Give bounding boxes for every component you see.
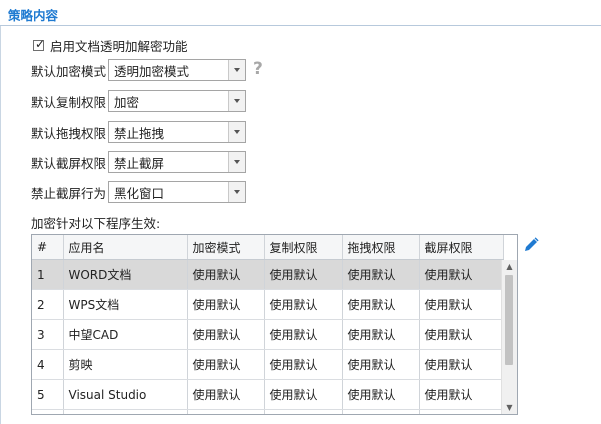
cell-encrypt-mode[interactable]: 使用默认: [187, 349, 265, 380]
column-header-drag-permission[interactable]: 拖拽权限: [342, 235, 420, 260]
question-icon[interactable]: ?: [253, 59, 263, 79]
cell-encrypt-mode[interactable]: 使用默认: [187, 259, 265, 290]
scroll-down-icon[interactable]: ▼: [502, 401, 517, 414]
cell-drag-permission: [342, 409, 420, 414]
screenshot-permission-value: 禁止截屏: [114, 155, 165, 171]
program-table-caption: 加密针对以下程序生效:: [31, 216, 161, 231]
cell-copy-permission: [264, 409, 343, 414]
table-row[interactable]: 4 剪映 使用默认 使用默认 使用默认 使用默认: [32, 349, 504, 380]
cell-screenshot-permission[interactable]: 使用默认: [419, 319, 504, 350]
enable-encryption-checkbox-row[interactable]: ✓ 启用文档透明加解密功能: [33, 36, 188, 55]
column-header-copy-permission[interactable]: 复制权限: [264, 235, 343, 260]
encrypt-mode-value: 透明加密模式: [114, 63, 190, 79]
drag-permission-label: 默认拖拽权限: [31, 125, 107, 141]
table-row[interactable]: 2 WPS文档 使用默认 使用默认 使用默认 使用默认: [32, 289, 504, 320]
cell-copy-permission[interactable]: 使用默认: [264, 319, 343, 350]
cell-screenshot-permission: [419, 409, 504, 414]
section-title: 策略内容: [8, 8, 59, 23]
panel-left-border: [0, 26, 1, 424]
chevron-down-icon[interactable]: [228, 182, 245, 202]
chevron-down-icon[interactable]: [228, 152, 245, 172]
scroll-up-icon[interactable]: ▲: [502, 260, 517, 273]
encrypt-mode-select[interactable]: 透明加密模式: [108, 59, 246, 81]
copy-permission-label: 默认复制权限: [31, 94, 107, 110]
enable-encryption-checkbox[interactable]: ✓: [33, 37, 46, 51]
table-row[interactable]: 1 WORD文档 使用默认 使用默认 使用默认 使用默认: [32, 259, 504, 290]
cell-app-name: [63, 409, 188, 414]
cell-drag-permission[interactable]: 使用默认: [342, 379, 420, 410]
drag-permission-value: 禁止拖拽: [114, 125, 165, 141]
cell-screenshot-permission[interactable]: 使用默认: [419, 289, 504, 320]
copy-permission-value: 加密: [114, 94, 140, 110]
cell-app-name: WORD文档: [63, 259, 188, 290]
chevron-down-icon[interactable]: [228, 91, 245, 111]
table-row[interactable]: 3 中望CAD 使用默认 使用默认 使用默认 使用默认: [32, 319, 504, 350]
cell-encrypt-mode[interactable]: 使用默认: [187, 289, 265, 320]
cell-index: 2: [32, 289, 64, 320]
form-row-encrypt-mode: 默认加密模式 透明加密模式: [31, 59, 246, 81]
pencil-edit-icon[interactable]: [522, 236, 540, 254]
cell-encrypt-mode[interactable]: 使用默认: [187, 319, 265, 350]
form-row-copy-permission: 默认复制权限 加密: [31, 90, 246, 112]
cell-screenshot-permission[interactable]: 使用默认: [419, 259, 504, 290]
drag-permission-select[interactable]: 禁止拖拽: [108, 121, 246, 143]
cell-copy-permission[interactable]: 使用默认: [264, 259, 343, 290]
enable-encryption-label: 启用文档透明加解密功能: [50, 39, 188, 54]
cell-index: 1: [32, 259, 64, 290]
screenshot-behavior-value: 黑化窗口: [114, 185, 165, 201]
encrypt-mode-label: 默认加密模式: [31, 63, 107, 79]
copy-permission-select[interactable]: 加密: [108, 90, 246, 112]
column-header-index[interactable]: #: [32, 235, 64, 260]
screenshot-behavior-select[interactable]: 黑化窗口: [108, 181, 246, 203]
column-header-screenshot-permission[interactable]: 截屏权限: [419, 235, 504, 260]
cell-drag-permission[interactable]: 使用默认: [342, 349, 420, 380]
table-row[interactable]: [32, 409, 504, 414]
cell-drag-permission[interactable]: 使用默认: [342, 319, 420, 350]
cell-index: 3: [32, 319, 64, 350]
column-header-app-name[interactable]: 应用名: [63, 235, 188, 260]
cell-drag-permission[interactable]: 使用默认: [342, 289, 420, 320]
cell-copy-permission[interactable]: 使用默认: [264, 349, 343, 380]
cell-app-name: WPS文档: [63, 289, 188, 320]
cell-index: 5: [32, 379, 64, 410]
cell-index: [32, 409, 64, 414]
table-header-row: # 应用名 加密模式 复制权限 拖拽权限 截屏权限: [32, 235, 504, 260]
section-divider: [0, 25, 601, 26]
cell-app-name: 剪映: [63, 349, 188, 380]
cell-screenshot-permission[interactable]: 使用默认: [419, 379, 504, 410]
screenshot-permission-select[interactable]: 禁止截屏: [108, 151, 246, 173]
cell-app-name: 中望CAD: [63, 319, 188, 350]
cell-encrypt-mode[interactable]: 使用默认: [187, 379, 265, 410]
cell-encrypt-mode: [187, 409, 265, 414]
scrollbar-thumb[interactable]: [505, 275, 513, 365]
form-row-drag-permission: 默认拖拽权限 禁止拖拽: [31, 121, 246, 143]
cell-copy-permission[interactable]: 使用默认: [264, 289, 343, 320]
table-vertical-scrollbar[interactable]: ▲ ▼: [501, 260, 517, 414]
form-row-screenshot-behavior: 禁止截屏行为 黑化窗口: [31, 181, 246, 203]
cell-index: 4: [32, 349, 64, 380]
table-row[interactable]: 5 Visual Studio 使用默认 使用默认 使用默认 使用默认: [32, 379, 504, 410]
cell-app-name: Visual Studio: [63, 379, 188, 410]
screenshot-permission-label: 默认截屏权限: [31, 155, 107, 171]
form-row-screenshot-permission: 默认截屏权限 禁止截屏: [31, 151, 246, 173]
chevron-down-icon[interactable]: [228, 60, 245, 80]
chevron-down-icon[interactable]: [228, 122, 245, 142]
checkmark-icon: ✓: [35, 37, 46, 51]
program-table: # 应用名 加密模式 复制权限 拖拽权限 截屏权限 1 WORD文档 使用默认 …: [31, 234, 518, 415]
cell-screenshot-permission[interactable]: 使用默认: [419, 349, 504, 380]
column-header-encrypt-mode[interactable]: 加密模式: [187, 235, 265, 260]
cell-drag-permission[interactable]: 使用默认: [342, 259, 420, 290]
cell-copy-permission[interactable]: 使用默认: [264, 379, 343, 410]
screenshot-behavior-label: 禁止截屏行为: [31, 185, 107, 201]
